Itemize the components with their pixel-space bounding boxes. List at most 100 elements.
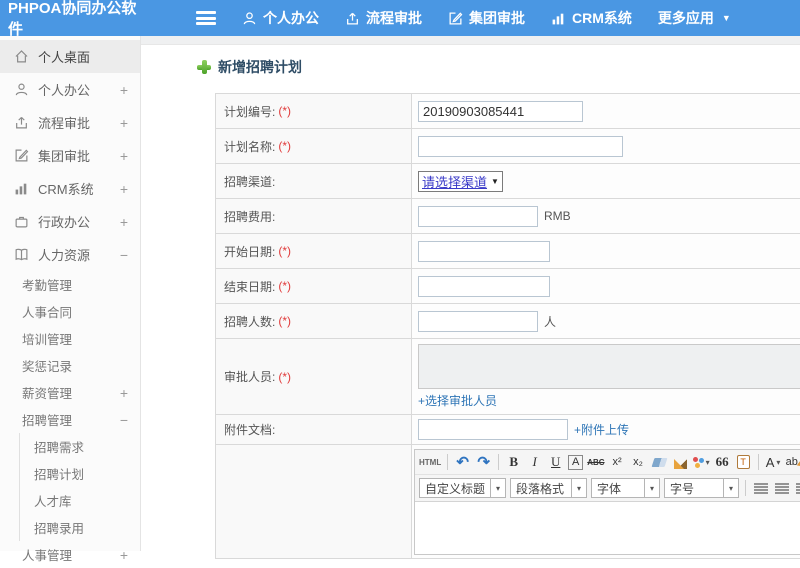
sidebar-item-human-resources[interactable]: 人力资源 − [0,238,140,271]
sidebar-item-recruit-hire[interactable]: 招聘录用 [20,514,140,541]
form-row-editor: HTML ↶ ↷ B I U A ABC x² x₂ ▾ [216,445,800,558]
fee-input[interactable] [418,206,538,227]
sidebar-item-hr-contract[interactable]: 人事合同 [0,298,140,325]
blockquote-button[interactable]: 66 [714,453,731,471]
align-right-icon[interactable] [794,479,800,497]
required-mark: (*) [278,139,291,153]
font-size-dropdown[interactable]: 字号 ▾ [664,478,739,498]
eraser-icon[interactable] [651,453,668,471]
expand-toggle[interactable]: + [120,148,128,164]
custom-title-dropdown[interactable]: 自定义标题 ▾ [419,478,506,498]
paste-text-icon[interactable]: T [735,453,752,471]
end-date-input[interactable] [418,276,550,297]
bold-button[interactable]: B [505,453,522,471]
hamburger-menu-icon[interactable] [196,11,216,25]
required-mark: (*) [278,244,291,258]
sidebar-item-workflow-approval[interactable]: 流程审批 + [0,106,140,139]
underline-button[interactable]: U [547,453,564,471]
sidebar-item-crm-system[interactable]: CRM系统 + [0,172,140,205]
page-title: 新增招聘计划 [197,57,800,77]
font-family-dropdown[interactable]: 字体 ▾ [591,478,660,498]
subscript-button[interactable]: x₂ [630,453,647,471]
highlight-button[interactable]: ab [786,453,800,471]
sidebar-item-recruit-plan[interactable]: 招聘计划 [20,460,140,487]
chart-icon [551,11,566,26]
editor-content-area[interactable] [415,502,800,554]
expand-toggle[interactable]: + [120,547,128,563]
plan-number-input[interactable] [418,101,583,122]
sidebar-item-attendance[interactable]: 考勤管理 [0,271,140,298]
app-logo: PHPOA协同办公软件 [0,0,150,39]
sidebar-item-personnel-mgmt[interactable]: 人事管理 + [0,541,140,568]
undo-button[interactable]: ↶ [454,453,471,471]
align-left-icon[interactable] [752,479,769,497]
superscript-button[interactable]: x² [609,453,626,471]
toolbar-separator [758,454,759,470]
format-brush-icon[interactable] [672,453,689,471]
required-mark: (*) [278,370,291,384]
sidebar-item-admin-office[interactable]: 行政办公 + [0,205,140,238]
sidebar-item-training[interactable]: 培训管理 [0,325,140,352]
sidebar-item-personal-desktop[interactable]: 个人桌面 [0,40,140,73]
user-icon [14,82,29,97]
briefcase-icon [14,214,29,229]
nav-more-apps[interactable]: 更多应用 ▼ [658,8,731,28]
sidebar-item-personal-office[interactable]: 个人办公 + [0,73,140,106]
nav-group-approval[interactable]: 集团审批 [448,8,525,28]
required-mark: (*) [278,279,291,293]
required-mark: (*) [278,314,291,328]
expand-toggle[interactable]: + [120,181,128,197]
share-icon [14,115,29,130]
rich-text-editor: HTML ↶ ↷ B I U A ABC x² x₂ ▾ [414,449,800,555]
italic-button[interactable]: I [526,453,543,471]
redo-button[interactable]: ↷ [475,453,492,471]
sidebar-item-group-approval[interactable]: 集团审批 + [0,139,140,172]
headcount-input[interactable] [418,311,538,332]
collapse-toggle[interactable]: − [120,412,128,428]
form-row-end-date: 结束日期:(*) [216,269,800,304]
sidebar: 个人桌面 个人办公 + 流程审批 + 集团审批 + CRM系统 + 行政办公 +… [0,36,141,551]
sidebar-item-rewards[interactable]: 奖惩记录 [0,352,140,379]
expand-toggle[interactable]: + [120,82,128,98]
paragraph-format-dropdown[interactable]: 段落格式 ▾ [510,478,587,498]
approvers-textarea[interactable] [418,344,800,389]
home-icon [14,49,29,64]
caret-down-icon: ▾ [490,479,505,497]
start-date-input[interactable] [418,241,550,262]
toolbar-separator [447,454,448,470]
color-palette-icon[interactable]: ▾ [693,453,710,471]
nav-workflow-approval[interactable]: 流程审批 [345,8,422,28]
nav-personal-office[interactable]: 个人办公 [242,8,319,28]
sidebar-item-recruit-demand[interactable]: 招聘需求 [20,433,140,460]
font-color-button[interactable]: A▾ [765,453,782,471]
expand-toggle[interactable]: + [120,385,128,401]
caret-down-icon: ▾ [571,479,586,497]
recruit-plan-form: 计划编号:(*) 计划名称:(*) 招聘渠道: 请选择渠道 ▼ 招聘费用: [215,93,800,559]
expand-toggle[interactable]: + [120,115,128,131]
strikethrough-button[interactable]: ABC [587,453,604,471]
collapse-toggle[interactable]: − [120,247,128,263]
sidebar-item-salary[interactable]: 薪资管理 + [0,379,140,406]
expand-toggle[interactable]: + [120,214,128,230]
editor-toolbar-row1: HTML ↶ ↷ B I U A ABC x² x₂ ▾ [415,450,800,474]
attachment-upload-link[interactable]: +附件上传 [574,421,629,438]
nav-crm-system[interactable]: CRM系统 [551,8,632,28]
font-background-button[interactable]: A [568,455,583,470]
share-icon [345,11,360,26]
caret-down-icon: ▾ [644,479,659,497]
select-approvers-link[interactable]: +选择审批人员 [418,392,497,409]
user-icon [242,11,257,26]
channel-select[interactable]: 请选择渠道 ▼ [418,171,503,192]
chart-icon [14,181,29,196]
form-row-attachment: 附件文档: +附件上传 [216,415,800,445]
editor-label-cell [216,445,412,558]
form-row-fee: 招聘费用: RMB [216,199,800,234]
required-mark: (*) [278,104,291,118]
sidebar-item-recruit-mgmt[interactable]: 招聘管理 − [0,406,140,433]
sidebar-item-talent-pool[interactable]: 人才库 [20,487,140,514]
align-center-icon[interactable] [773,479,790,497]
plan-name-input[interactable] [418,136,623,157]
attachment-input[interactable] [418,419,568,440]
html-source-button[interactable]: HTML [419,453,441,471]
edit-icon [14,148,29,163]
